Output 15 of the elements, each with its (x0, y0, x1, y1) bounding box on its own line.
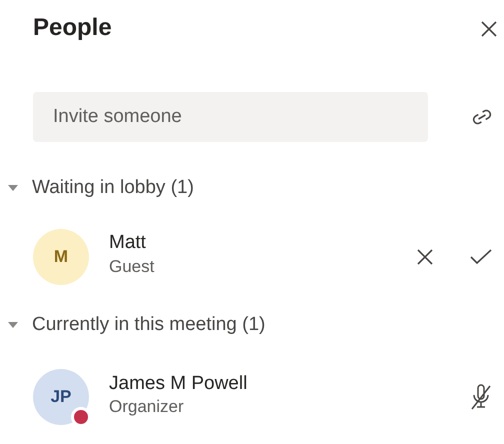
person-name: James M Powell (109, 372, 248, 396)
person-role: Organizer (109, 396, 185, 418)
avatar-initials: M (54, 246, 68, 268)
avatar-initials: JP (50, 386, 72, 408)
panel-title: People (33, 14, 112, 43)
section-header[interactable]: Waiting in lobby (1) (32, 174, 194, 202)
deny-icon[interactable] (416, 248, 434, 266)
admit-icon[interactable] (470, 248, 492, 264)
person-name: Matt (109, 231, 147, 256)
link-icon[interactable] (472, 109, 492, 125)
person-role: Guest (109, 256, 156, 278)
mic-off-icon[interactable] (470, 384, 492, 410)
section-header[interactable]: Currently in this meeting (1) (32, 310, 266, 339)
invite-field[interactable]: Invite someone (33, 92, 428, 142)
close-icon[interactable] (480, 20, 498, 38)
